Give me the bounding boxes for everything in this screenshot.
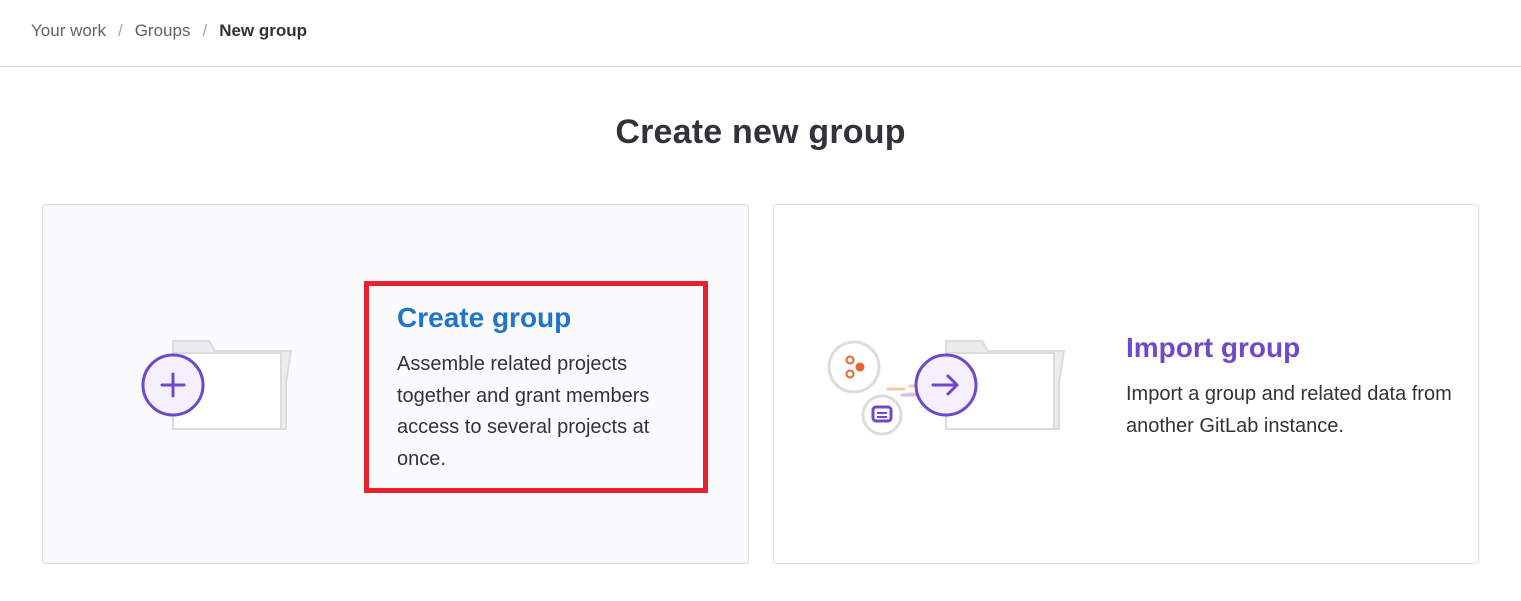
folder-plus-icon: [141, 337, 301, 437]
breadcrumb: Your work / Groups / New group: [31, 19, 307, 43]
breadcrumb-separator: /: [202, 21, 208, 40]
breadcrumb-your-work[interactable]: Your work: [31, 21, 106, 41]
folder-import-icon: [826, 337, 1071, 437]
breadcrumb-groups[interactable]: Groups: [135, 21, 191, 41]
import-group-description: Import a group and related data from ano…: [1126, 383, 1452, 437]
breadcrumb-current: New group: [219, 21, 308, 40]
import-group-text: Import group Import a group and related …: [1126, 331, 1456, 442]
breadcrumb-separator: /: [117, 21, 123, 40]
import-group-card[interactable]: Import group Import a group and related …: [773, 204, 1479, 564]
page-title: Create new group: [615, 113, 906, 151]
highlight-box: [364, 281, 708, 493]
top-bar: Your work / Groups / New group: [0, 0, 1521, 67]
import-group-link[interactable]: Import group: [1126, 331, 1456, 365]
